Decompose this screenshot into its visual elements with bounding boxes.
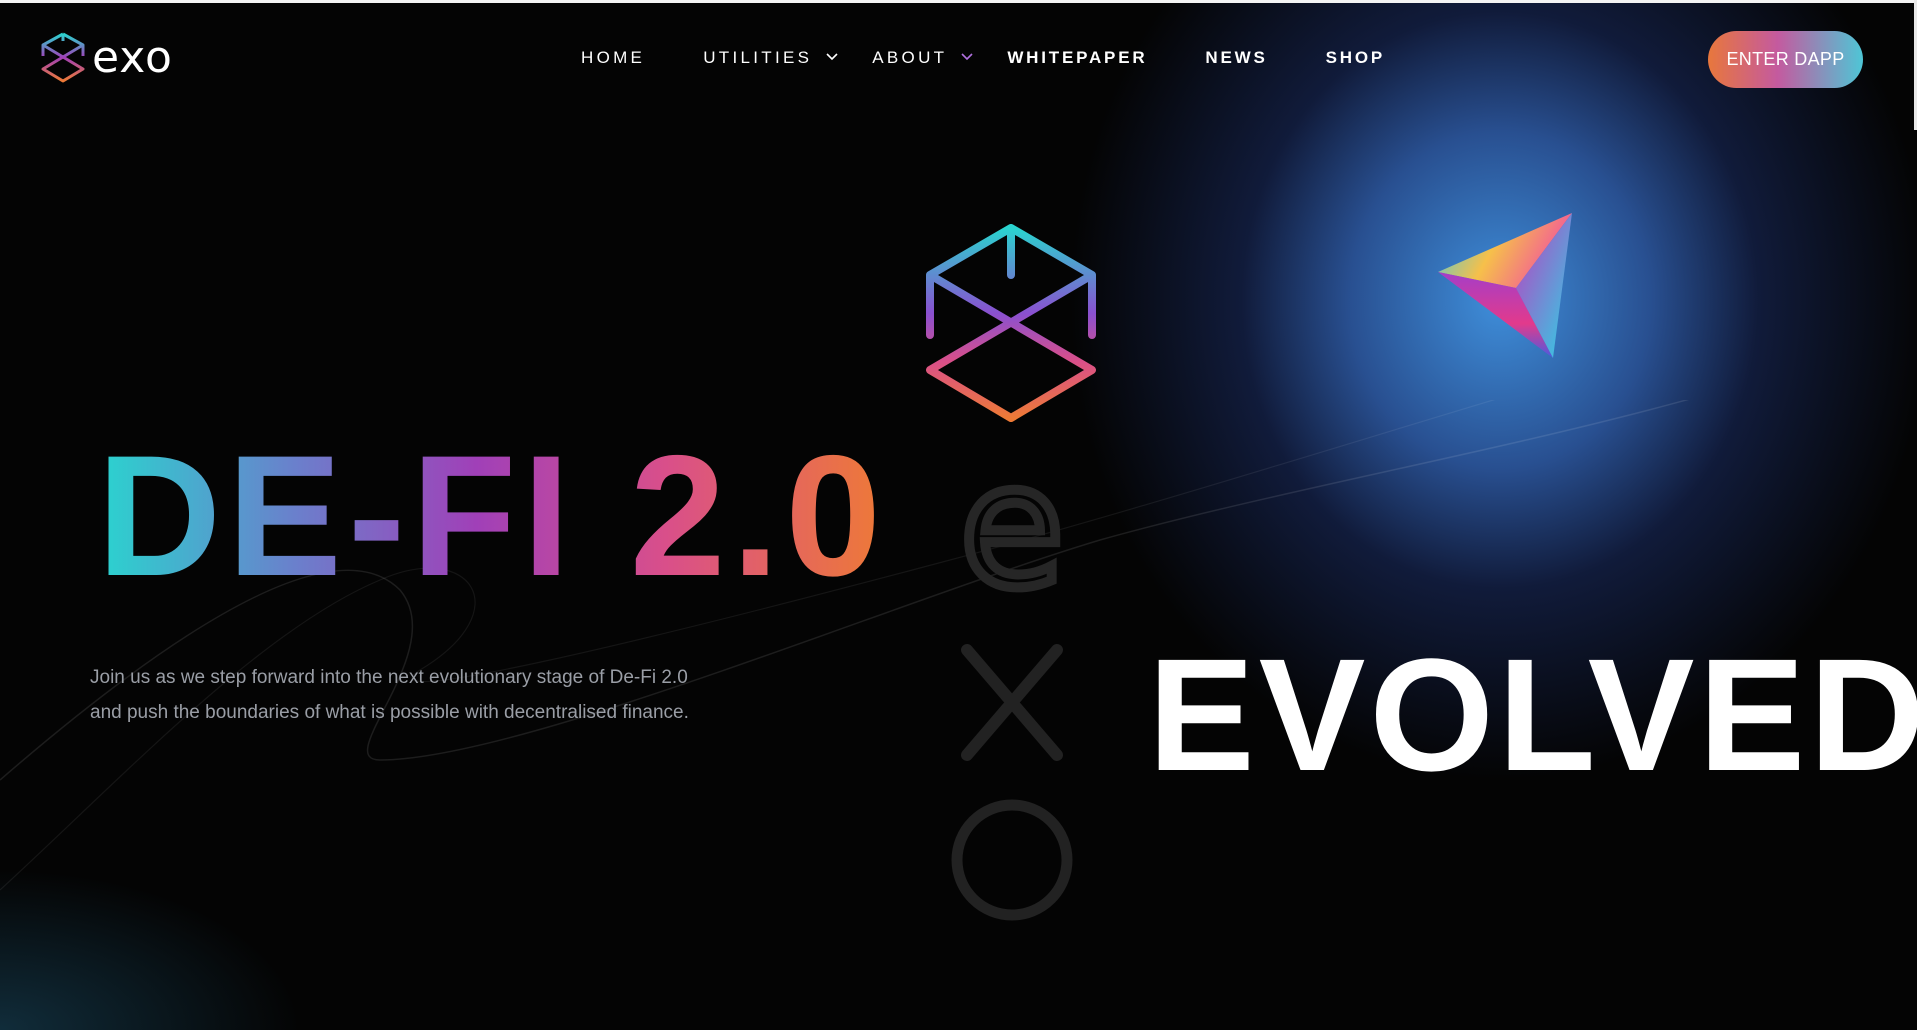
nav-whitepaper-label: WHITEPAPER [1007,48,1148,67]
page: exo HOME UTILITIES ABOUT WHITEPAPER NEWS… [0,0,1917,1030]
brand-logo[interactable]: exo [40,32,173,84]
nav-about-label: ABOUT [872,48,948,67]
hero-title: DE-FI 2.0 [97,420,887,612]
hero-tagline: EVOLVED [1148,625,1917,804]
watermark-letter-o [951,799,1073,921]
nav-utilities-label: UTILITIES [703,48,813,67]
exo-logo-icon [41,32,85,83]
hero-description-line-1: Join us as we step forward into the next… [90,667,688,688]
nav-shop[interactable]: SHOP [1326,48,1385,68]
nav-about[interactable]: ABOUT [872,48,973,68]
chevron-down-icon [826,53,838,61]
main-nav: HOME UTILITIES ABOUT WHITEPAPER NEWS SHO… [581,48,1385,68]
nav-whitepaper[interactable]: WHITEPAPER [1007,48,1147,68]
brand-name: exo [92,32,173,83]
hero-description-line-2: and push the boundaries of what is possi… [90,702,689,723]
nav-news[interactable]: NEWS [1205,48,1267,68]
nav-home-label: HOME [581,48,646,67]
top-border [0,0,1917,3]
vertical-word: exo [1011,924,1013,925]
pyramid-icon [1438,213,1572,358]
watermark-letter-e: e [960,455,1065,626]
watermark-letter-x [961,644,1063,761]
hero-description: Join us as we step forward into the next… [90,660,770,730]
nav-home[interactable]: HOME [581,48,645,68]
cube-icon [926,224,1096,422]
nav-news-label: NEWS [1205,48,1268,67]
vertical-exo-watermark: e exo [951,455,1073,925]
nav-shop-label: SHOP [1325,48,1385,67]
enter-dapp-button[interactable]: ENTER DAPP [1708,31,1863,88]
nav-utilities[interactable]: UTILITIES [703,48,838,68]
chevron-down-icon [961,53,973,61]
